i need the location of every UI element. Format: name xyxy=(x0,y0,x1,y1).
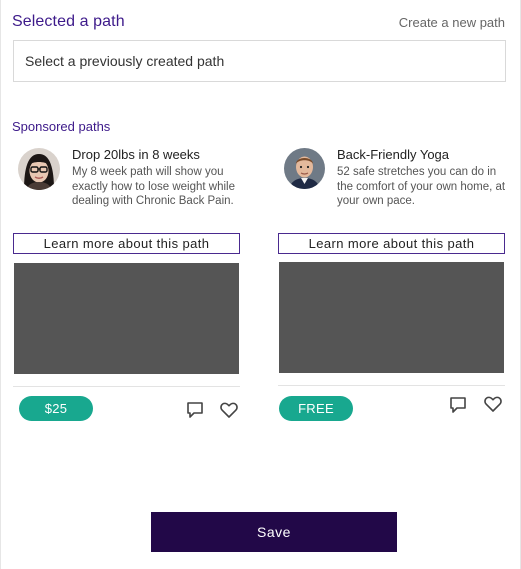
page-title: Selected a path xyxy=(12,13,125,30)
previous-path-select-value: Select a previously created path xyxy=(25,53,225,69)
create-new-path-link[interactable]: Create a new path xyxy=(399,15,505,30)
sponsored-path-card: Drop 20lbs in 8 weeks My 8 week path wil… xyxy=(13,145,240,425)
sponsored-paths-heading: Sponsored paths xyxy=(12,119,111,134)
man-avatar-icon xyxy=(284,148,325,189)
price-badge[interactable]: FREE xyxy=(279,396,353,421)
card-description: 52 safe stretches you can do in the comf… xyxy=(337,166,506,207)
comment-icon[interactable] xyxy=(185,400,205,420)
save-button[interactable]: Save xyxy=(151,512,397,552)
woman-avatar-icon xyxy=(18,148,60,190)
card-title: Back-Friendly Yoga xyxy=(337,147,450,162)
card-media-placeholder[interactable] xyxy=(14,263,239,374)
author-avatar xyxy=(18,148,60,190)
previous-path-select[interactable]: Select a previously created path xyxy=(13,40,506,82)
card-title: Drop 20lbs in 8 weeks xyxy=(72,147,200,162)
page-frame: Selected a path Create a new path Select… xyxy=(0,0,521,569)
heart-icon[interactable] xyxy=(483,394,503,414)
heart-icon[interactable] xyxy=(219,400,239,420)
price-badge[interactable]: $25 xyxy=(19,396,93,421)
card-media-placeholder[interactable] xyxy=(279,262,504,373)
card-divider xyxy=(13,386,240,387)
learn-more-button[interactable]: Learn more about this path xyxy=(13,233,240,254)
card-divider xyxy=(278,385,505,386)
comment-icon[interactable] xyxy=(448,395,468,415)
card-description: My 8 week path will show you exactly how… xyxy=(72,166,235,207)
learn-more-button[interactable]: Learn more about this path xyxy=(278,233,505,254)
author-avatar xyxy=(284,148,325,189)
sponsored-path-card: Back-Friendly Yoga 52 safe stretches you… xyxy=(278,145,505,425)
